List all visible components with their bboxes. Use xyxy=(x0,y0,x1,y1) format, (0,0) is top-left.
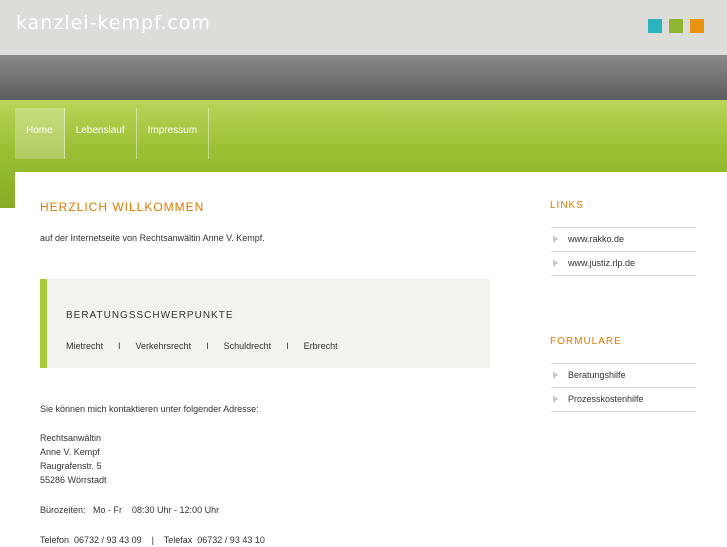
focus-areas-list: Mietrecht I Verkehrsrecht I Schuldrecht I Erbr… xyxy=(66,341,338,351)
form-label: Beratungshilfe xyxy=(568,370,626,380)
focus-item-schuldrecht: Schuldrecht xyxy=(223,341,272,351)
forms-heading: FORMULARE xyxy=(550,336,622,347)
link-label: www.rakko.de xyxy=(568,234,625,244)
address-line: Anne V. Kempf xyxy=(40,447,100,457)
nav-item-lebenslauf[interactable]: Lebenslauf xyxy=(65,108,137,159)
focus-item-erbrecht: Erbrecht xyxy=(303,341,338,351)
address-line: 55286 Wörrstadt xyxy=(40,475,107,485)
contact-intro: Sie können mich kontaktieren unter folge… xyxy=(40,404,259,414)
color-swatch-teal[interactable] xyxy=(648,19,662,33)
nav-item-impressum[interactable]: Impressum xyxy=(137,108,210,159)
color-swatch-green[interactable] xyxy=(669,19,683,33)
arrow-right-icon xyxy=(553,395,558,403)
address-line: Rechtsanwältin xyxy=(40,433,102,443)
main-navigation: Home Lebenslauf Impressum xyxy=(15,108,210,159)
focus-item-mietrecht: Mietrecht xyxy=(66,341,104,351)
site-title[interactable]: kanzlei-kempf.com xyxy=(16,12,211,34)
link-rakko[interactable]: www.rakko.de xyxy=(551,227,696,252)
link-label: www.justiz.rlp.de xyxy=(568,258,636,268)
form-label: Prozesskostenhilfe xyxy=(568,394,644,404)
color-swatch-orange[interactable] xyxy=(690,19,704,33)
intro-text: auf der Internetseite von Rechtsanwältin… xyxy=(40,233,265,243)
address-block: Rechtsanwältin Anne V. Kempf Raugrafenst… xyxy=(40,431,107,487)
link-justiz[interactable]: www.justiz.rlp.de xyxy=(551,252,696,276)
address-line: Raugrafenstr. 5 xyxy=(40,461,102,471)
welcome-heading: HERZLICH WILLKOMMEN xyxy=(40,200,205,214)
top-header: kanzlei-kempf.com xyxy=(0,0,727,55)
focus-areas-title: BERATUNGSSCHWERPUNKTE xyxy=(66,310,234,321)
focus-item-verkehrsrecht: Verkehrsrecht xyxy=(135,341,192,351)
office-hours: Bürozeiten: Mo - Fr 08:30 Uhr - 12:00 Uh… xyxy=(40,505,220,515)
links-heading: LINKS xyxy=(550,200,584,211)
header-divider-bar xyxy=(0,55,727,100)
separator: I xyxy=(118,341,121,351)
form-beratungshilfe[interactable]: Beratungshilfe xyxy=(551,363,696,388)
arrow-right-icon xyxy=(553,371,558,379)
arrow-right-icon xyxy=(553,259,558,267)
focus-areas-box: BERATUNGSSCHWERPUNKTE Mietrecht I Verkehrs… xyxy=(40,279,490,368)
separator: I xyxy=(206,341,209,351)
arrow-right-icon xyxy=(553,235,558,243)
forms-list: Beratungshilfe Prozesskostenhilfe xyxy=(551,363,696,412)
nav-item-home[interactable]: Home xyxy=(15,108,65,159)
separator: I xyxy=(286,341,289,351)
form-prozesskostenhilfe[interactable]: Prozesskostenhilfe xyxy=(551,388,696,412)
links-list: www.rakko.de www.justiz.rlp.de xyxy=(551,227,696,276)
